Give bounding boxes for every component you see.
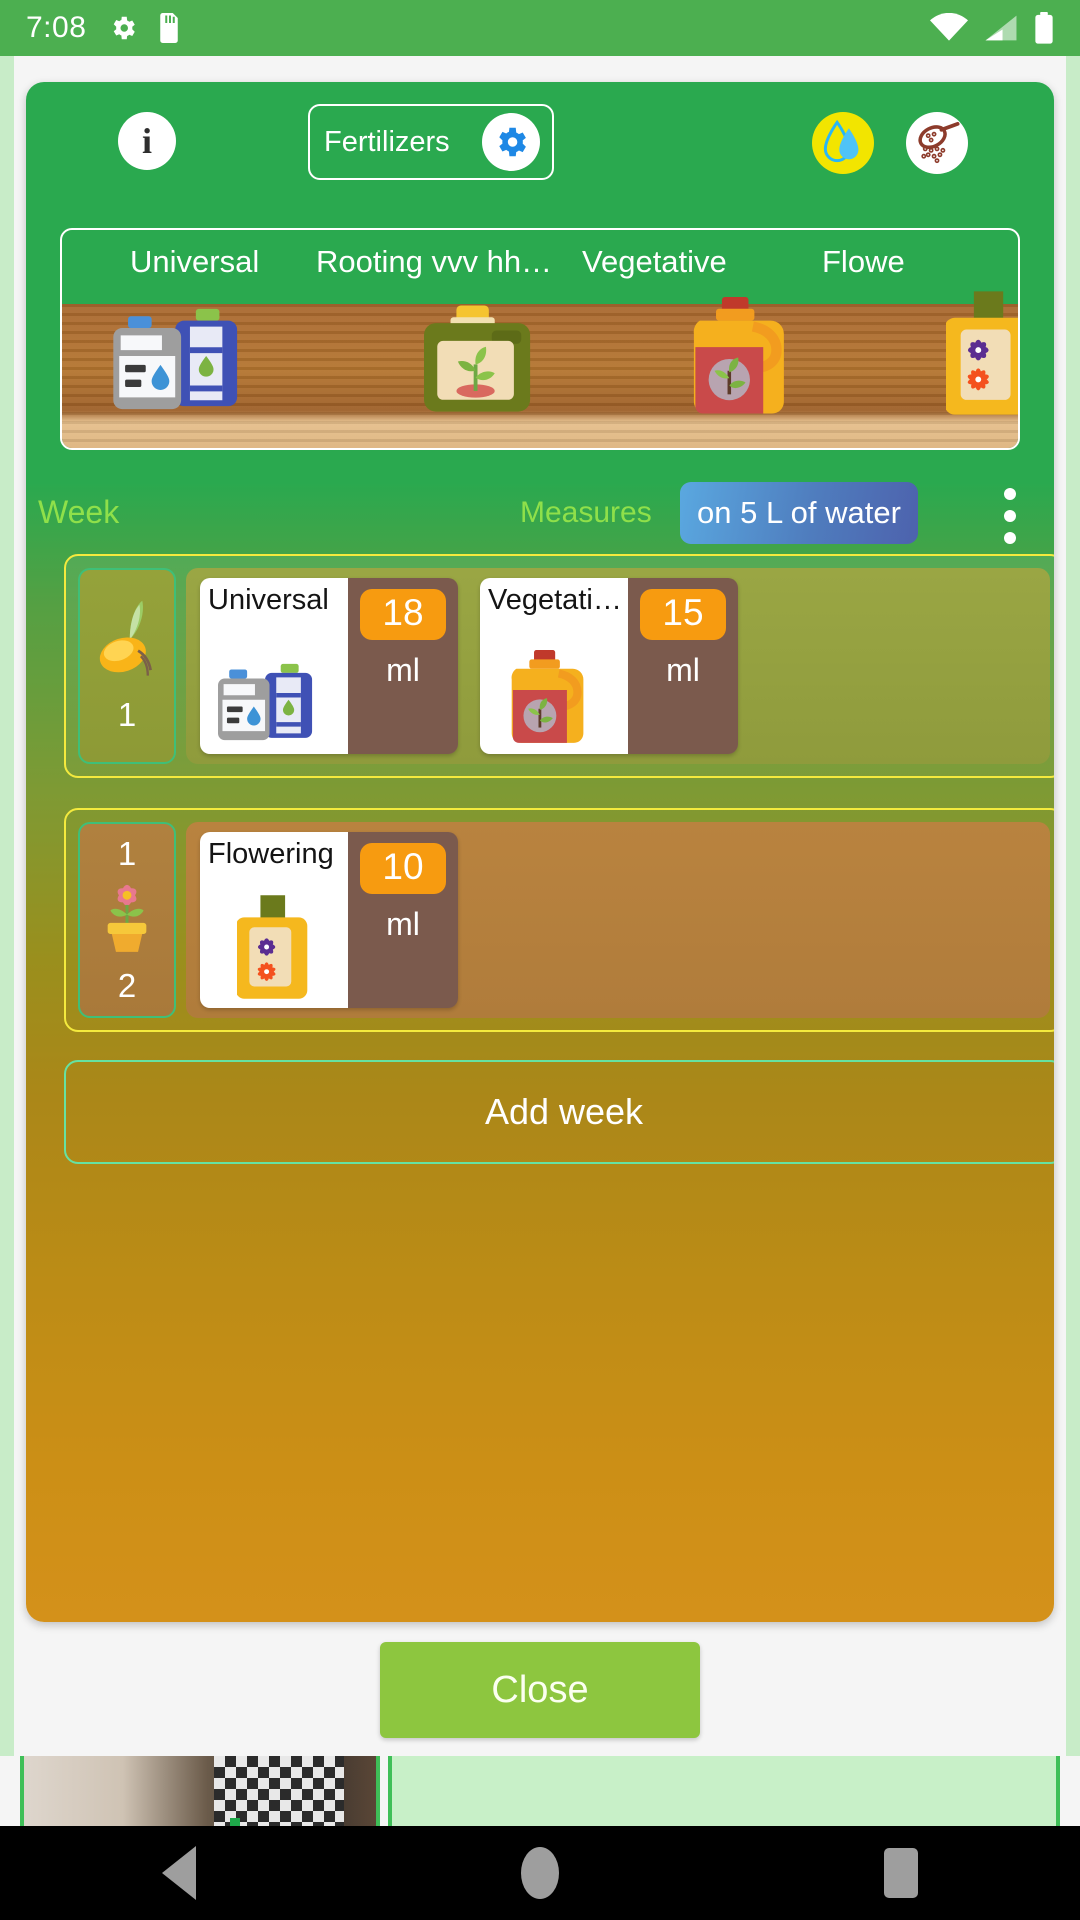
shelf-product-names: Universal Rooting vvv hh… Vegetative Flo…	[62, 230, 1018, 304]
dose-product-name: Vegetati…	[488, 584, 622, 616]
week-number: 1	[117, 835, 137, 872]
fertilizers-label: Fertilizers	[324, 125, 450, 158]
back-icon[interactable]	[162, 1846, 197, 1900]
cellular-signal-icon	[984, 13, 1018, 43]
add-week-button[interactable]: Add week	[64, 1060, 1054, 1164]
fertilizer-schedule-dialog: i Fertilizers Universal Rooting vvv hh… …	[26, 82, 1054, 1622]
dose-product: Universal	[200, 578, 348, 754]
dialog-header: i Fertilizers	[26, 82, 1054, 192]
background-strip-left	[0, 56, 14, 1756]
flowering-bottle-icon	[235, 895, 311, 1004]
week-dose-list: Universal 18 ml Vegetati… 15 ml	[186, 568, 1050, 764]
gear-icon[interactable]	[482, 113, 540, 171]
info-label: i	[141, 121, 152, 161]
dose-product-name: Flowering	[208, 838, 334, 870]
recents-cards	[20, 1756, 1060, 1830]
universal-canister-icon	[218, 659, 330, 750]
recent-app-card[interactable]	[388, 1756, 1060, 1830]
fertilizer-shelf[interactable]: Universal Rooting vvv hh… Vegetative Flo…	[60, 228, 1020, 450]
shelf-name-3: Flowe	[822, 244, 905, 279]
android-navigation-bar	[0, 1826, 1080, 1920]
week-badge[interactable]: 1	[78, 568, 176, 764]
dose-product: Vegetati…	[480, 578, 628, 754]
dose-amount[interactable]: 18 ml	[348, 578, 458, 754]
week-number: 2	[117, 967, 137, 1004]
dose-value: 10	[360, 843, 446, 894]
background-strip-right	[1066, 56, 1080, 1756]
flowering-bottle-icon[interactable]	[944, 291, 1018, 420]
status-bar: 7:08	[0, 0, 1080, 56]
dose-card[interactable]: Universal 18 ml	[200, 578, 458, 754]
battery-icon	[1034, 12, 1054, 44]
universal-canister-icon[interactable]	[112, 303, 262, 420]
overflow-menu-icon[interactable]	[1004, 488, 1016, 544]
measures-column-label: Measures	[520, 496, 652, 529]
week-column-label: Week	[38, 494, 120, 530]
potted-flower-icon	[98, 877, 156, 963]
dose-card[interactable]: Flowering 10 ml	[200, 832, 458, 1008]
dose-amount[interactable]: 15 ml	[628, 578, 738, 754]
spoon-powder-icon[interactable]	[906, 112, 968, 174]
sdcard-icon	[156, 13, 182, 43]
close-button[interactable]: Close	[380, 1642, 700, 1738]
week-row[interactable]: 1 Universal 18 ml Vegetati… 15 ml	[64, 554, 1054, 778]
status-clock: 7:08	[26, 11, 87, 44]
dose-unit: ml	[386, 906, 420, 942]
info-button[interactable]: i	[118, 112, 176, 170]
screen-root: 7:08 i Fertilizers Universal Rooting vvv…	[0, 0, 1080, 1920]
rooting-canister-icon[interactable]	[424, 305, 536, 420]
sprouting-seed-icon	[96, 598, 158, 692]
dose-unit: ml	[666, 652, 700, 688]
add-week-label: Add week	[484, 1091, 644, 1132]
dose-product: Flowering	[200, 832, 348, 1008]
recents-icon[interactable]	[883, 1848, 918, 1898]
dose-card[interactable]: Vegetati… 15 ml	[480, 578, 738, 754]
week-dose-list: Flowering 10 ml	[186, 822, 1050, 1018]
vegetative-jug-icon	[507, 649, 601, 750]
measures-header-row: Week Measures on 5 L of water	[26, 474, 1054, 554]
status-right-icons	[930, 12, 1054, 44]
water-basis-pill[interactable]: on 5 L of water	[680, 482, 918, 544]
wifi-icon	[930, 12, 968, 43]
shelf-name-0: Universal	[130, 244, 260, 279]
shelf-name-1: Rooting vvv hh…	[316, 244, 553, 279]
dose-value: 18	[360, 589, 446, 640]
close-label: Close	[491, 1668, 589, 1711]
vegetative-jug-icon[interactable]	[688, 297, 806, 420]
shelf-name-2: Vegetative	[582, 244, 727, 279]
week-badge[interactable]: 1 2	[78, 822, 176, 1018]
week-row[interactable]: 1 2 Flowering 10 ml	[64, 808, 1054, 1032]
recent-app-card[interactable]	[20, 1756, 380, 1830]
recents-strip	[0, 1756, 1080, 1830]
home-icon[interactable]	[520, 1847, 559, 1899]
dose-amount[interactable]: 10 ml	[348, 832, 458, 1008]
dose-product-name: Universal	[208, 584, 329, 616]
fertilizers-settings-chip[interactable]: Fertilizers	[308, 104, 554, 180]
water-drop-icon[interactable]	[812, 112, 874, 174]
shelf-wood-plank	[62, 291, 1018, 448]
settings-gear-icon	[108, 13, 138, 43]
dose-unit: ml	[386, 652, 420, 688]
week-number: 1	[117, 696, 137, 733]
dose-value: 15	[640, 589, 726, 640]
status-left-icons	[108, 13, 182, 43]
